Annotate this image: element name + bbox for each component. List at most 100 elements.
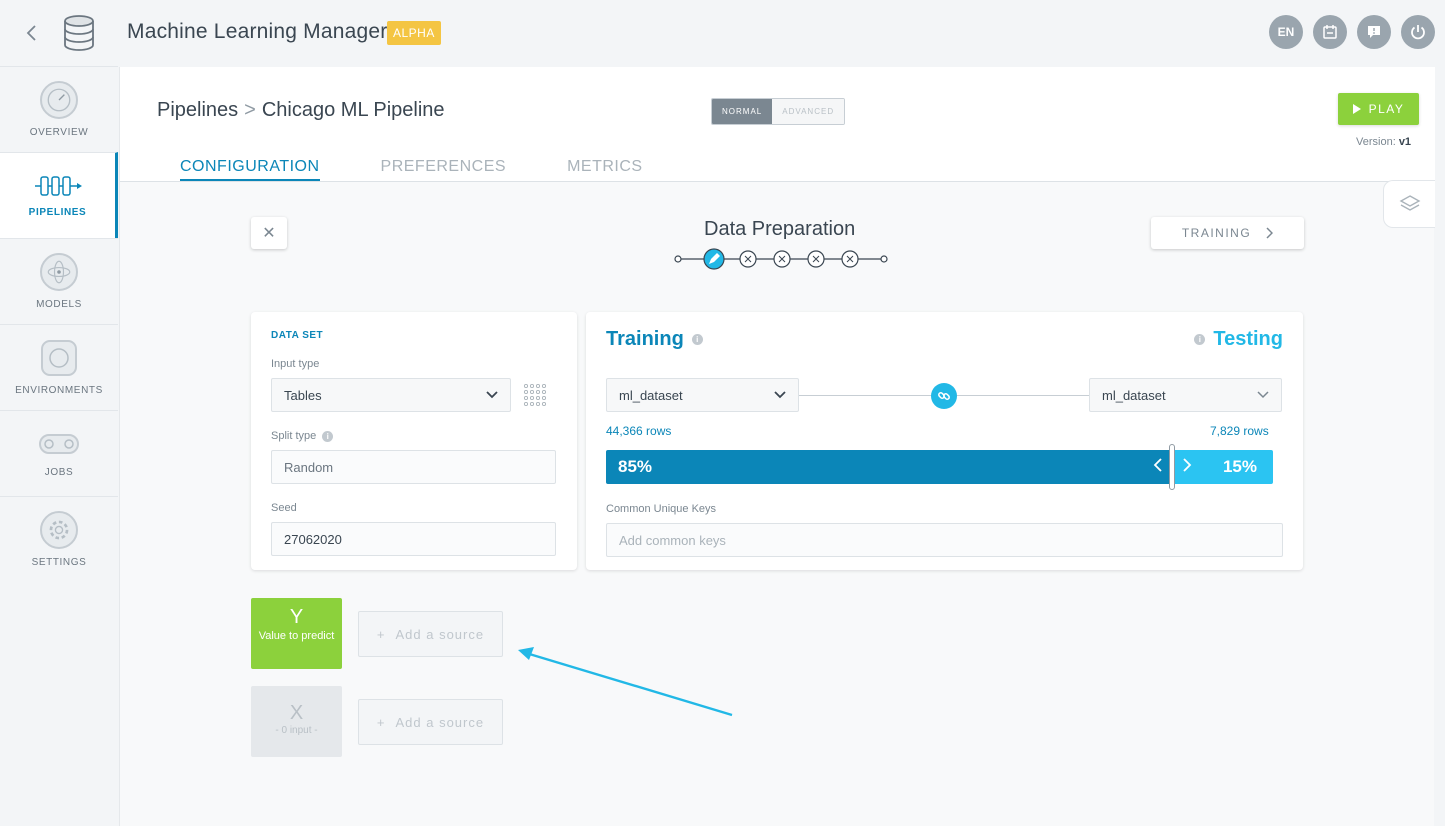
- sidebar-item-label: SETTINGS: [31, 557, 87, 568]
- pipeline-icon: [34, 176, 82, 196]
- split-type-label: Split type: [271, 430, 317, 442]
- language-button[interactable]: EN: [1269, 15, 1303, 49]
- tab-preferences[interactable]: PREFERENCES: [381, 158, 507, 181]
- training-percent: 85%: [618, 457, 653, 476]
- sidebar-item-label: JOBS: [44, 467, 74, 478]
- breadcrumb-current: Chicago ML Pipeline: [261, 99, 445, 121]
- play-label: PLAY: [1368, 102, 1405, 116]
- feature-variable-box[interactable]: X - 0 input -: [251, 686, 342, 757]
- version-label: Version:: [1356, 136, 1396, 148]
- y-caption: Value to predict: [258, 630, 335, 642]
- training-dataset-value: ml_dataset: [619, 387, 683, 403]
- training-dataset-select[interactable]: ml_dataset: [606, 378, 799, 412]
- version-value: v1: [1398, 136, 1412, 148]
- close-button[interactable]: ✕: [251, 217, 287, 249]
- seed-input[interactable]: 27062020: [271, 522, 556, 556]
- main-header: Pipelines > Chicago ML Pipeline NORMAL A…: [120, 67, 1435, 182]
- environment-icon: [41, 340, 77, 376]
- split-type-field[interactable]: Random: [271, 450, 556, 484]
- breadcrumb-root[interactable]: Pipelines: [157, 99, 238, 122]
- common-keys-input[interactable]: Add common keys: [606, 523, 1283, 557]
- y-letter: Y: [289, 606, 304, 628]
- tab-configuration[interactable]: CONFIGURATION: [180, 158, 320, 181]
- seed-value: 27062020: [284, 531, 342, 547]
- sidebar-item-jobs[interactable]: JOBS: [0, 410, 118, 496]
- app-title: Machine Learning Manager: [127, 20, 388, 43]
- sidebar-item-settings[interactable]: SETTINGS: [0, 496, 118, 582]
- add-source-label: Add a source: [395, 714, 485, 730]
- conveyor-icon: [39, 434, 79, 454]
- common-keys-label: Common Unique Keys: [606, 503, 717, 515]
- step-progress: [674, 248, 888, 270]
- dataset-card: DATA SET Input type Tables Split type i …: [251, 312, 577, 570]
- testing-percent: 15%: [1222, 457, 1257, 476]
- sidebar-item-label: PIPELINES: [28, 207, 87, 218]
- alpha-badge: ALPHA: [387, 21, 441, 45]
- breadcrumb-separator: >: [244, 99, 256, 121]
- mode-advanced-button[interactable]: ADVANCED: [772, 99, 845, 124]
- feedback-icon[interactable]: [1357, 15, 1391, 49]
- testing-title-row: i Testing: [1194, 328, 1283, 351]
- annotation-arrow-icon: [518, 647, 733, 717]
- sidebar-item-models[interactable]: MODELS: [0, 238, 118, 324]
- testing-rows: 7,829 rows: [1210, 424, 1269, 438]
- sidebar-item-label: ENVIRONMENTS: [15, 385, 103, 396]
- gear-icon: [40, 511, 78, 549]
- plus-icon: +: [376, 626, 386, 642]
- chevron-right-icon[interactable]: [1182, 458, 1192, 472]
- power-icon[interactable]: [1401, 15, 1435, 49]
- sidebar-item-overview[interactable]: OVERVIEW: [0, 66, 118, 152]
- add-y-source-button[interactable]: + Add a source: [358, 611, 503, 657]
- training-title: Training: [606, 328, 684, 350]
- mode-toggle: NORMAL ADVANCED: [711, 98, 846, 125]
- sidebar-item-environments[interactable]: ENVIRONMENTS: [0, 324, 118, 410]
- x-caption: - 0 input -: [275, 725, 318, 736]
- add-x-source-button[interactable]: + Add a source: [358, 699, 503, 745]
- gauge-icon: [40, 81, 78, 119]
- step-title: Data Preparation: [704, 218, 856, 240]
- play-button[interactable]: PLAY: [1338, 93, 1419, 125]
- target-variable-box[interactable]: Y Value to predict: [251, 598, 342, 669]
- top-bar: Machine Learning Manager ALPHA EN: [0, 0, 1445, 66]
- sidebar-item-pipelines[interactable]: PIPELINES: [0, 152, 118, 238]
- breadcrumb: Pipelines > Chicago ML Pipeline: [157, 99, 445, 122]
- main-panel: Pipelines > Chicago ML Pipeline NORMAL A…: [119, 67, 1435, 826]
- training-title-row: Training i: [606, 328, 703, 351]
- chevron-left-icon[interactable]: [1153, 458, 1163, 472]
- sidebar-item-label: MODELS: [36, 299, 82, 310]
- info-icon[interactable]: i: [691, 334, 703, 345]
- input-type-select[interactable]: Tables: [271, 378, 511, 412]
- chevron-down-icon: [486, 391, 498, 399]
- atom-icon: [40, 253, 78, 291]
- info-icon[interactable]: i: [1194, 334, 1206, 345]
- link-toggle-button[interactable]: [931, 383, 957, 409]
- play-icon: [1352, 104, 1361, 114]
- tabs: CONFIGURATION PREFERENCES METRICS: [180, 158, 643, 181]
- info-icon[interactable]: i: [322, 430, 334, 442]
- split-type-value: Random: [284, 459, 334, 475]
- seed-label: Seed: [271, 502, 297, 514]
- testing-dataset-select[interactable]: ml_dataset: [1089, 378, 1282, 412]
- grid-dots-icon[interactable]: [522, 382, 550, 408]
- top-icons: EN: [1269, 15, 1435, 49]
- next-step-button[interactable]: TRAINING: [1151, 217, 1304, 249]
- training-portion: 85%: [606, 450, 1173, 484]
- calendar-icon[interactable]: [1313, 15, 1347, 49]
- database-icon: [64, 15, 94, 51]
- sidebar-item-label: OVERVIEW: [29, 127, 89, 138]
- tab-metrics[interactable]: METRICS: [567, 158, 643, 181]
- dataset-title: DATA SET: [271, 330, 324, 341]
- version-info: Version: v1: [1356, 136, 1411, 148]
- layers-icon: [1399, 195, 1420, 211]
- chevron-down-icon: [774, 391, 786, 399]
- input-type-value: Tables: [284, 387, 322, 403]
- mode-normal-button[interactable]: NORMAL: [712, 99, 773, 124]
- add-source-label: Add a source: [395, 626, 485, 642]
- sidebar: OVERVIEW PIPELINES MODELS ENVIRONMENTS J…: [0, 66, 118, 586]
- input-type-label: Input type: [271, 358, 320, 370]
- back-arrow-icon[interactable]: [22, 21, 42, 45]
- training-rows: 44,366 rows: [606, 424, 672, 438]
- chevron-down-icon: [1257, 391, 1269, 399]
- split-slider-handle[interactable]: [1169, 444, 1175, 490]
- layers-panel-toggle[interactable]: [1383, 180, 1435, 228]
